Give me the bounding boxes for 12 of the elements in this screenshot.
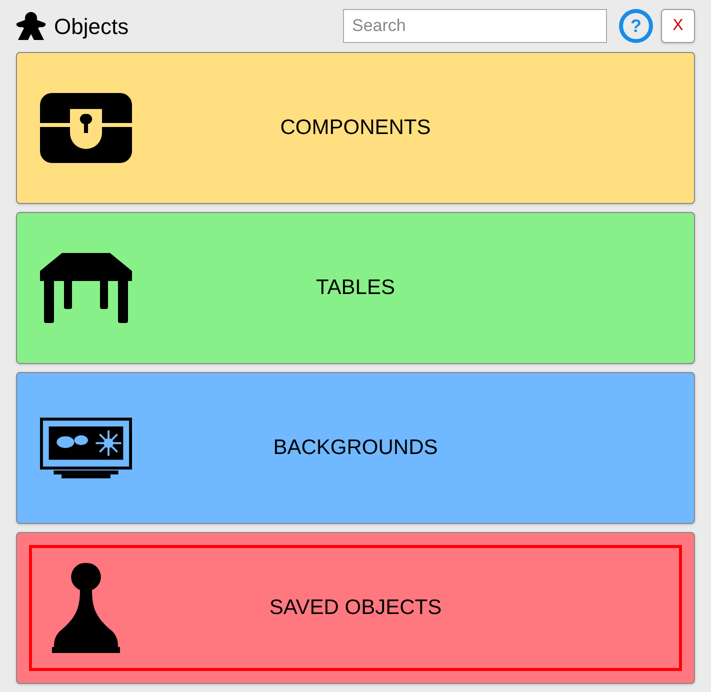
- chest-icon: [40, 93, 132, 163]
- monitor-icon: [40, 417, 132, 479]
- window-title: Objects: [54, 12, 129, 41]
- table-icon: [40, 253, 132, 323]
- close-button[interactable]: X: [661, 9, 695, 43]
- search-field[interactable]: Search: [343, 9, 607, 43]
- pawn-icon: [52, 563, 120, 653]
- category-button[interactable]: COMPONENTS: [16, 52, 695, 204]
- meeple-icon: [16, 12, 46, 40]
- category-button[interactable]: TABLES: [16, 212, 695, 364]
- category-button[interactable]: BACKGROUNDS: [16, 372, 695, 524]
- category-button[interactable]: SAVED OBJECTS: [16, 532, 695, 684]
